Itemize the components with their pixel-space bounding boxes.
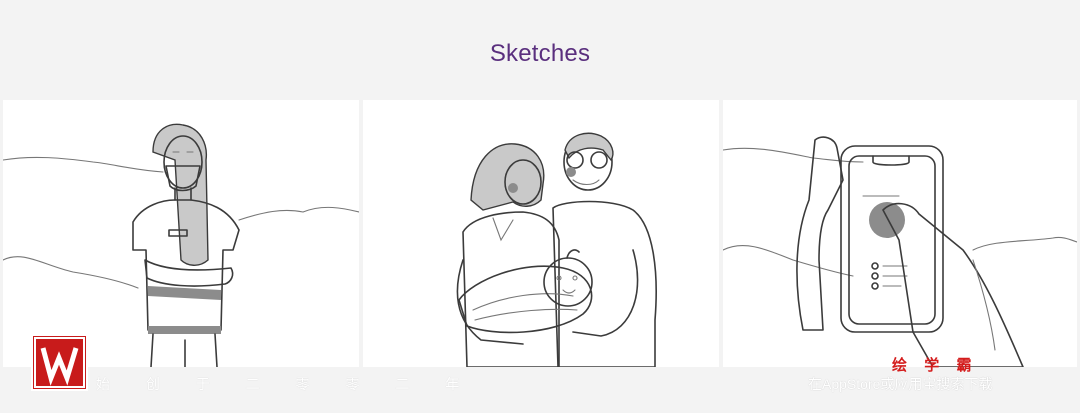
phone-sketch-image bbox=[723, 136, 1077, 367]
worker-sketch-image bbox=[3, 123, 359, 367]
watermark-brand: 绘 学 霸 bbox=[892, 356, 978, 374]
brand-logo-icon bbox=[31, 334, 88, 391]
sketch-card-worker[interactable] bbox=[3, 100, 359, 367]
sketch-card-family[interactable] bbox=[363, 100, 719, 367]
watermark-slogan: 始 创 于 二 零 零 二 年 bbox=[96, 376, 476, 392]
page-title: Sketches bbox=[489, 40, 591, 67]
sketch-card-phone[interactable] bbox=[723, 100, 1077, 367]
family-sketch-image bbox=[456, 132, 657, 367]
watermark-store-text: 在AppStore或应用宝搜索下载 bbox=[808, 376, 993, 392]
